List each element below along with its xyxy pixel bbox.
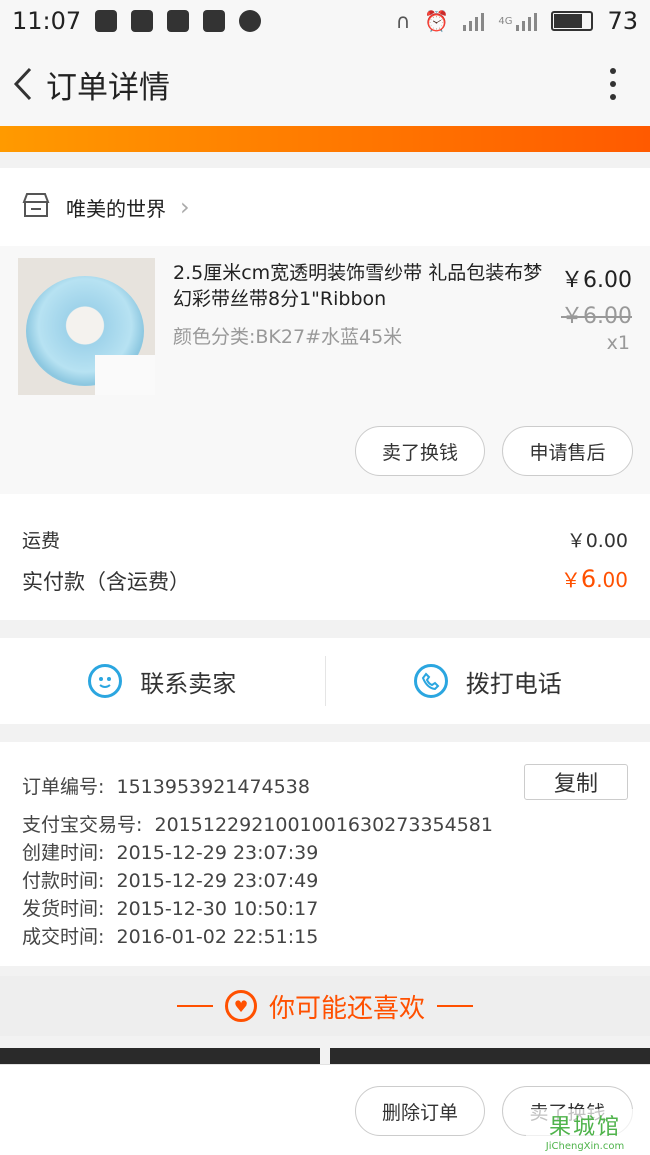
heart-icon: ♥: [224, 990, 257, 1022]
order-number: 1513953921474538: [116, 776, 310, 798]
progress-banner: [0, 126, 650, 152]
contact-seller-button[interactable]: 联系卖家: [0, 638, 325, 724]
alipay-row: 支付宝交易号: 2015122921001001630273354581: [22, 814, 493, 836]
delete-order-button[interactable]: 删除订单: [355, 1086, 485, 1136]
notification-icon: [167, 10, 190, 32]
mail-icon: [203, 10, 226, 32]
product-original-price: ￥6.00: [561, 304, 632, 329]
recommend-header: ♥ 你可能还喜欢: [0, 976, 650, 1036]
product-image: [18, 258, 155, 395]
signal-4g-icon: [516, 11, 538, 31]
shop-name: 唯美的世界: [66, 196, 166, 221]
sell-button[interactable]: 卖了换钱: [355, 426, 485, 476]
product-title: 2.5厘米cm宽透明装饰雪纱带 礼品包装布梦幻彩带丝带8分1"Ribbon: [173, 262, 543, 310]
more-icon[interactable]: [610, 68, 616, 100]
battery-level: 73: [607, 7, 638, 35]
back-icon[interactable]: [0, 42, 46, 126]
chat-icon: [88, 664, 123, 698]
order-number-row: 订单编号: 1513953921474538: [22, 776, 310, 798]
paid-label: 实付款（含运费）: [22, 570, 190, 594]
shipped-row: 发货时间: 2015-12-30 10:50:17: [22, 898, 319, 920]
shipping-label: 运费: [22, 530, 61, 552]
recommend-title: 你可能还喜欢: [268, 993, 425, 1024]
call-button[interactable]: 拨打电话: [326, 638, 650, 724]
copy-button[interactable]: 复制: [524, 764, 628, 800]
page-title: 订单详情: [46, 69, 170, 106]
created-row: 创建时间: 2015-12-29 23:07:39: [22, 842, 319, 864]
shop-icon: [22, 192, 50, 222]
recommend-thumb[interactable]: [330, 1048, 650, 1064]
contact-bar: 联系卖家 拨打电话: [0, 638, 650, 724]
after-sale-button[interactable]: 申请售后: [502, 426, 633, 476]
order-item[interactable]: 2.5厘米cm宽透明装饰雪纱带 礼品包装布梦幻彩带丝带8分1"Ribbon 颜色…: [0, 246, 650, 494]
battery-icon: [551, 11, 594, 31]
phone-icon: [413, 664, 448, 698]
status-bar: 11:07 ∩ ⏰ 4G 73: [0, 0, 650, 42]
chevron-right-icon: ›: [180, 193, 190, 221]
nav-bar: 订单详情: [0, 42, 650, 126]
news-icon: [131, 10, 154, 32]
product-quantity: x1: [606, 332, 630, 354]
order-info: 订单编号: 1513953921474538 复制 支付宝交易号: 201512…: [0, 742, 650, 966]
product-price: ￥6.00: [561, 268, 632, 293]
completed-row: 成交时间: 2016-01-02 22:51:15: [22, 926, 319, 948]
headphones-icon: ∩: [395, 9, 411, 33]
paid-value: ￥6.00: [560, 565, 628, 593]
watermark-logo: 果城馆 JiChengXin.com: [526, 1109, 644, 1152]
shop-row[interactable]: 唯美的世界 ›: [0, 168, 650, 246]
alarm-icon: ⏰: [424, 9, 450, 33]
footer-bar: 删除订单 卖了换钱 果城馆 JiChengXin.com: [0, 1064, 650, 1155]
network-label: 4G: [498, 15, 513, 27]
contact-seller-label: 联系卖家: [140, 669, 237, 698]
browser-icon: [239, 10, 262, 32]
decor-line: [437, 1005, 473, 1007]
status-time: 11:07: [12, 7, 82, 35]
signal-icon: [463, 11, 485, 31]
qq-icon: [95, 10, 118, 32]
paid-row: 付款时间: 2015-12-29 23:07:49: [22, 870, 319, 892]
call-label: 拨打电话: [465, 669, 562, 698]
fee-summary: 运费 ￥0.00 实付款（含运费） ￥6.00: [0, 494, 650, 620]
decor-line: [176, 1005, 213, 1007]
shipping-value: ￥0.00: [566, 530, 628, 552]
alipay-number: 2015122921001001630273354581: [154, 814, 493, 836]
product-sku: 颜色分类:BK27#水蓝45米: [173, 326, 403, 348]
recommend-thumb[interactable]: [0, 1048, 320, 1064]
